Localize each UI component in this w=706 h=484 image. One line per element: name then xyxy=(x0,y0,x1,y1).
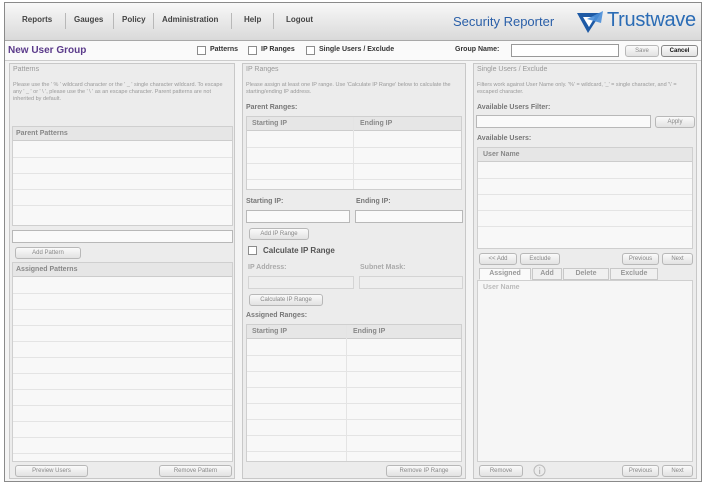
parent-ranges-header: Starting IP Ending IP xyxy=(247,117,461,131)
starting-ip-label: Starting IP: xyxy=(246,198,284,205)
nav-separator xyxy=(153,13,154,29)
ending-ip-input[interactable] xyxy=(355,210,463,223)
nav-administration[interactable]: Administration xyxy=(162,15,218,24)
ip-address-input[interactable] xyxy=(248,276,354,289)
available-users-label: Available Users: xyxy=(477,135,532,142)
ending-ip-label: Ending IP: xyxy=(356,198,391,205)
parent-ranges-label: Parent Ranges: xyxy=(246,104,298,111)
nav-logout[interactable]: Logout xyxy=(286,15,313,24)
save-button[interactable]: Save xyxy=(625,45,659,57)
remove-pattern-button[interactable]: Remove Pattern xyxy=(159,465,232,477)
single-users-panel-title: Single Users / Exclude xyxy=(477,66,548,73)
assigned-users-table: User Name xyxy=(477,280,693,462)
assigned-user-name-header: User Name xyxy=(483,284,520,291)
trustwave-logo: Trustwave xyxy=(575,7,699,37)
preview-users-button[interactable]: Preview Users xyxy=(15,465,88,477)
calculate-ip-range-button[interactable]: Calculate IP Range xyxy=(249,294,323,306)
available-users-filter-input[interactable] xyxy=(476,115,651,128)
parent-patterns-list: Parent Patterns xyxy=(12,126,233,226)
col-starting-ip: Starting IP xyxy=(252,328,288,335)
tab-assigned[interactable]: Assigned xyxy=(479,268,531,280)
patterns-panel: Patterns Please use the ' % ' wildcard c… xyxy=(9,63,235,479)
info-icon[interactable] xyxy=(533,464,546,477)
trustwave-mark-icon xyxy=(577,11,603,33)
nav-help[interactable]: Help xyxy=(244,15,261,24)
top-navigation: Reports Gauges Policy Administration Hel… xyxy=(5,3,701,41)
available-next-button[interactable]: Next xyxy=(662,253,693,265)
tab-exclude[interactable]: Exclude xyxy=(610,268,658,280)
remove-user-button[interactable]: Remove xyxy=(479,465,523,477)
assigned-ranges-header: Starting IP Ending IP xyxy=(247,325,461,339)
assigned-previous-button[interactable]: Previous xyxy=(622,465,659,477)
available-users-table: User Name xyxy=(477,147,693,249)
add-ip-range-button[interactable]: Add IP Range xyxy=(249,228,309,240)
add-pattern-button[interactable]: Add Pattern xyxy=(15,247,81,259)
available-previous-button[interactable]: Previous xyxy=(622,253,659,265)
single-users-checkbox-label: Single Users / Exclude xyxy=(319,46,395,53)
starting-ip-input[interactable] xyxy=(246,210,350,223)
single-users-checkbox[interactable] xyxy=(306,46,315,55)
nav-gauges[interactable]: Gauges xyxy=(74,15,103,24)
nav-separator xyxy=(113,13,114,29)
nav-policy[interactable]: Policy xyxy=(122,15,146,24)
group-name-label: Group Name: xyxy=(455,46,500,53)
nav-reports[interactable]: Reports xyxy=(22,15,52,24)
nav-separator xyxy=(231,13,232,29)
subnet-mask-label: Subnet Mask: xyxy=(360,264,406,271)
parent-patterns-label: Parent Patterns xyxy=(16,130,68,137)
assigned-ranges-table: Starting IP Ending IP xyxy=(246,324,462,462)
available-users-header: User Name xyxy=(478,148,692,162)
single-users-panel: Single Users / Exclude Filters work agai… xyxy=(473,63,697,479)
assigned-ranges-label: Assigned Ranges: xyxy=(246,312,308,319)
logo-text: Trustwave xyxy=(607,9,696,31)
remove-ip-range-button[interactable]: Remove IP Range xyxy=(386,465,462,477)
exclude-user-button[interactable]: Exclude xyxy=(520,253,560,265)
ip-ranges-checkbox-label: IP Ranges xyxy=(261,46,295,53)
ip-ranges-panel: IP Ranges Please assign at least one IP … xyxy=(242,63,466,479)
col-user-name: User Name xyxy=(483,151,520,158)
patterns-checkbox[interactable] xyxy=(197,46,206,55)
available-users-filter-label: Available Users Filter: xyxy=(477,104,551,111)
ip-ranges-panel-title: IP Ranges xyxy=(246,66,279,73)
nav-separator xyxy=(65,13,66,29)
parent-patterns-header: Parent Patterns xyxy=(13,127,232,141)
patterns-checkbox-label: Patterns xyxy=(210,46,239,53)
ip-ranges-checkbox[interactable] xyxy=(248,46,257,55)
assigned-patterns-label: Assigned Patterns xyxy=(16,266,78,273)
assigned-patterns-header: Assigned Patterns xyxy=(13,263,232,277)
nav-separator xyxy=(273,13,274,29)
col-ending-ip: Ending IP xyxy=(353,328,386,335)
page-title: New User Group xyxy=(8,45,87,56)
col-starting-ip: Starting IP xyxy=(252,120,288,127)
subnet-mask-input[interactable] xyxy=(359,276,463,289)
ip-address-label: IP Address: xyxy=(248,264,287,271)
app-frame: Reports Gauges Policy Administration Hel… xyxy=(4,2,702,482)
patterns-help-text: Please use the ' % ' wildcard character … xyxy=(13,82,223,102)
pattern-input[interactable] xyxy=(12,230,233,243)
assigned-patterns-list: Assigned Patterns xyxy=(12,262,233,462)
product-title: Security Reporter xyxy=(453,14,555,29)
ip-ranges-help-text: Please assign at least one IP range. Use… xyxy=(246,82,451,95)
tab-delete[interactable]: Delete xyxy=(563,268,609,280)
cancel-button[interactable]: Cancel xyxy=(661,45,698,57)
apply-filter-button[interactable]: Apply xyxy=(655,116,695,128)
calculate-ip-range-label: Calculate IP Range xyxy=(263,246,335,255)
parent-ranges-table: Starting IP Ending IP xyxy=(246,116,462,190)
assigned-next-button[interactable]: Next xyxy=(662,465,693,477)
patterns-panel-title: Patterns xyxy=(13,66,40,73)
group-header-bar: New User Group Patterns IP Ranges Single… xyxy=(5,41,701,61)
col-ending-ip: Ending IP xyxy=(360,120,393,127)
single-users-help-text: Filters work against User Name only. '%'… xyxy=(477,82,677,95)
group-name-input[interactable] xyxy=(511,44,619,57)
calculate-ip-range-checkbox[interactable] xyxy=(248,246,257,255)
add-user-button[interactable]: << Add xyxy=(479,253,517,265)
tab-add[interactable]: Add xyxy=(532,268,562,280)
